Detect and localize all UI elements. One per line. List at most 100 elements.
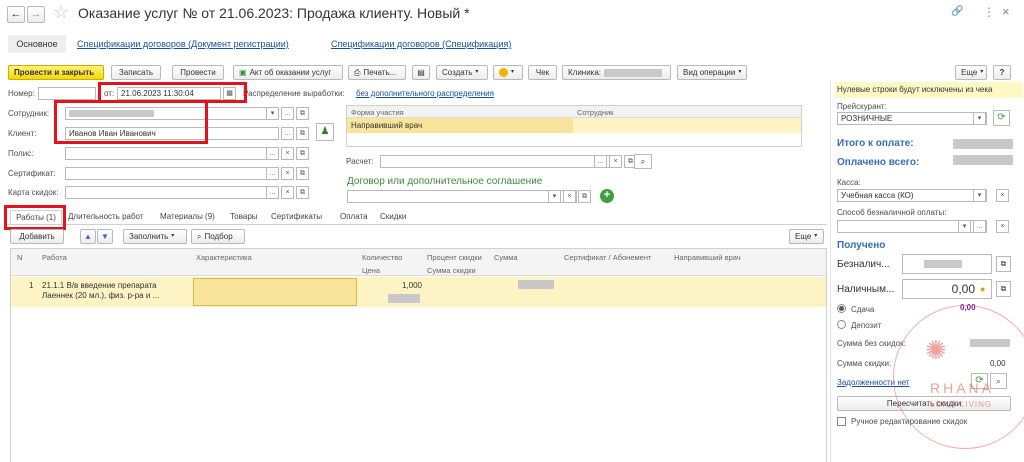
discount-card-open-icon[interactable]: ⧉ [296,186,309,199]
participation-header-employee: Сотрудник [577,108,614,117]
help-button[interactable]: ? [993,65,1011,80]
client-open-icon[interactable]: ⧉ [296,127,309,140]
print-button[interactable]: ⎙ Печать... [348,65,406,80]
header-discount-pct: Процент скидки [427,253,482,262]
favorite-star-icon[interactable]: ☆ [53,2,69,23]
tab-goods[interactable]: Товары [230,210,258,224]
cashless-method-dropdown-icon[interactable]: ▾ [958,220,971,233]
info-button[interactable]: ▾ [493,65,523,80]
payment-clear-icon[interactable]: × [609,155,622,168]
tab-certificates[interactable]: Сертификаты [271,210,322,224]
distribution-link[interactable]: без дополнительного распределения [356,89,494,98]
client-card-icon[interactable]: ♟ [316,123,334,141]
cash-register-input[interactable]: Учебная касса (КО) [837,189,987,202]
client-label: Клиент: [8,129,37,138]
forward-button[interactable]: → [27,6,45,23]
save-button[interactable]: Записать [111,65,161,80]
create-label: Создать [442,68,473,77]
dropdown-arrow-icon: ▾ [738,69,742,75]
cashless-open-icon[interactable]: ⧉ [996,256,1011,272]
employee-open-icon[interactable]: ⧉ [296,107,309,120]
employee-dropdown-icon[interactable]: ▾ [266,107,279,120]
header-n: N [17,253,23,262]
cash-input[interactable]: 0,00 [902,279,992,299]
policy-open-icon[interactable]: ⧉ [296,147,309,160]
deposit-radio[interactable] [837,320,846,329]
header-characteristic: Характеристика [196,253,252,262]
link-icon[interactable]: 🔗 [951,6,963,17]
tab-main[interactable]: Основное [8,35,66,53]
cash-register-dropdown-icon[interactable]: ▾ [973,189,986,202]
tab-discounts[interactable]: Скидки [380,210,406,224]
check-button[interactable]: Чек [528,65,557,80]
discount-card-select-icon[interactable]: … [266,186,279,199]
tab-spec[interactable]: Спецификации договоров (Спецификация) [331,39,511,49]
row-price-blur [388,294,420,303]
cash-register-clear-icon[interactable]: × [996,189,1009,202]
tab-payment[interactable]: Оплата [340,210,368,224]
contract-dropdown-icon[interactable]: ▾ [548,190,561,203]
client-select-icon[interactable]: … [281,127,294,140]
change-label: Сдача [851,305,875,314]
payment-select-icon[interactable]: … [594,155,607,168]
paid-total-blur [953,155,1013,165]
cashless-method-clear-icon[interactable]: × [996,220,1009,233]
select-button[interactable]: ⌕ Подбор [191,229,245,244]
fill-button[interactable]: Заполнить ▾ [123,229,187,244]
payment-input[interactable] [380,155,610,168]
contract-input[interactable] [347,190,577,203]
tab-duration[interactable]: Длительность работ [68,210,144,224]
policy-clear-icon[interactable]: × [281,147,294,160]
certificate-select-icon[interactable]: … [266,167,279,180]
post-button[interactable]: Провести [172,65,224,80]
tab-spec-doc[interactable]: Спецификации договоров (Документ регистр… [77,39,289,49]
add-button[interactable]: Добавить [10,229,64,244]
cashless-method-label: Способ безналичной оплаты: [837,208,947,217]
op-type-button[interactable]: Вид операции ▾ [677,65,747,80]
contract-open-icon[interactable]: ⧉ [578,190,591,203]
discount-card-input[interactable] [65,186,279,199]
employee-select-icon[interactable]: … [281,107,294,120]
cashless-method-select-icon[interactable]: … [973,220,986,233]
certificate-open-icon[interactable]: ⧉ [296,167,309,180]
number-input[interactable] [38,87,96,100]
payment-label: Расчет: [346,157,374,166]
move-up-button[interactable]: ▲ [80,229,96,244]
change-radio[interactable] [837,304,846,313]
post-and-close-button[interactable]: Провести и закрыть [8,65,104,80]
close-icon[interactable]: × [1002,4,1010,19]
participation-table: Форма участия Сотрудник Направивший врач [346,105,802,147]
certificate-clear-icon[interactable]: × [281,167,294,180]
create-button[interactable]: Создать ▾ [436,65,488,80]
select-label: Подбор [204,232,233,241]
price-list-input[interactable]: РОЗНИЧНЫЕ [837,112,987,125]
sum-wo-discount-label: Сумма без скидок: [837,339,906,348]
cash-register-label: Касса: [837,178,861,187]
move-down-button[interactable]: ▼ [97,229,113,244]
cashless-input[interactable] [902,254,992,274]
contract-add-icon[interactable]: + [600,189,614,203]
manual-discount-checkbox[interactable] [837,417,846,426]
distribution-label: Распределение выработки: [243,89,345,98]
number-label: Номер: [8,89,35,98]
tab-materials[interactable]: Материалы (9) [160,210,215,224]
coins-icon[interactable]: ● [980,284,985,294]
cash-open-icon[interactable]: ⧉ [996,281,1011,297]
row-characteristic-cell[interactable] [193,278,357,306]
grid-more-button[interactable]: Еще ▾ [789,229,824,244]
discount-card-clear-icon[interactable]: × [281,186,294,199]
certificate-input[interactable] [65,167,279,180]
act-button[interactable]: ▣ Акт об оказании услуг [233,65,343,80]
more-button[interactable]: Еще ▾ [955,65,987,80]
policy-input[interactable] [65,147,279,160]
price-list-dropdown-icon[interactable]: ▾ [973,112,986,125]
price-list-refresh-icon[interactable]: ⟳ [993,110,1010,126]
clinic-field[interactable]: Клиника: [562,65,671,80]
menu-icon[interactable]: ⋮ [983,5,995,19]
report-button[interactable]: ▤ [412,65,430,80]
price-list-label: Прейскурант: [837,102,887,111]
policy-select-icon[interactable]: … [266,147,279,160]
contract-clear-icon[interactable]: × [563,190,576,203]
back-button[interactable]: ← [7,6,25,23]
payment-search-icon[interactable]: ⌕ [634,154,652,169]
